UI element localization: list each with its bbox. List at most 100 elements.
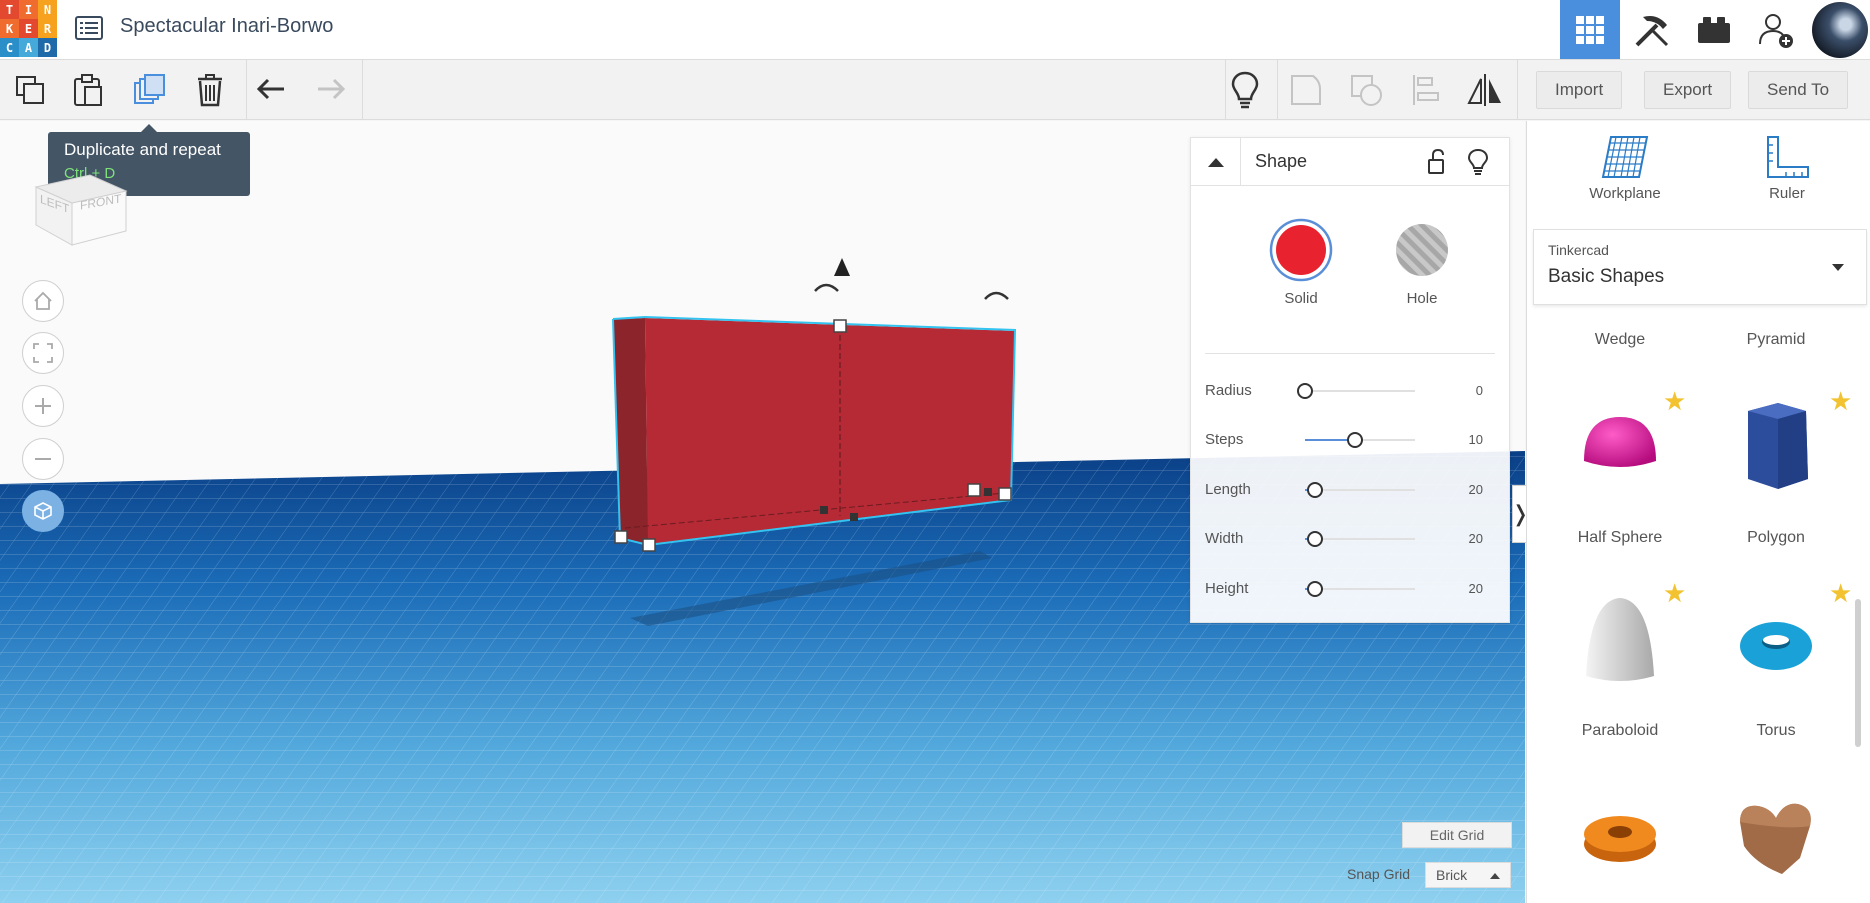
logo-letter: R bbox=[38, 19, 57, 38]
slider-knob[interactable] bbox=[1306, 531, 1323, 547]
resize-handle[interactable] bbox=[642, 538, 656, 552]
toolbar-divider bbox=[362, 60, 363, 120]
perspective-icon bbox=[34, 502, 52, 520]
top-header: T I N K E R C A D Spectacular Inari-Borw… bbox=[0, 0, 1870, 60]
library-scrollbar[interactable] bbox=[1855, 599, 1861, 747]
shape-label: Polygon bbox=[1747, 529, 1805, 546]
tube-shape-icon bbox=[1584, 816, 1656, 862]
undo-button[interactable] bbox=[252, 70, 292, 110]
property-value[interactable]: 0 bbox=[1476, 383, 1483, 398]
property-value[interactable]: 20 bbox=[1469, 482, 1483, 497]
resize-handle[interactable] bbox=[967, 483, 981, 497]
tinkercad-logo[interactable]: T I N K E R C A D bbox=[0, 0, 57, 57]
lift-arrow-icon[interactable] bbox=[834, 258, 850, 276]
export-button[interactable]: Export bbox=[1644, 71, 1732, 109]
align-icon bbox=[1413, 75, 1439, 105]
duplicate-button[interactable] bbox=[130, 70, 170, 110]
property-row-height: Height 20 bbox=[1205, 574, 1497, 604]
slider-knob[interactable] bbox=[1306, 581, 1323, 597]
favorite-star-icon[interactable]: ★ bbox=[1663, 579, 1686, 609]
rotate-handle-icon[interactable] bbox=[814, 283, 839, 292]
perspective-toggle-button[interactable] bbox=[22, 490, 64, 532]
width-slider[interactable] bbox=[1305, 531, 1415, 547]
property-row-radius: Radius 0 bbox=[1205, 376, 1497, 406]
shape-notes-button[interactable] bbox=[1467, 148, 1493, 176]
view-cube[interactable]: LEFT FRONT bbox=[30, 151, 130, 251]
height-slider[interactable] bbox=[1305, 581, 1415, 597]
paste-icon bbox=[74, 74, 102, 106]
length-slider[interactable] bbox=[1305, 482, 1415, 498]
shape-item-paraboloid[interactable]: Paraboloid bbox=[1545, 590, 1695, 740]
notes-button[interactable] bbox=[1225, 70, 1265, 110]
hole-option[interactable]: Hole bbox=[1377, 218, 1467, 318]
slider-knob[interactable] bbox=[1346, 432, 1363, 448]
copy-button[interactable] bbox=[10, 70, 50, 110]
resize-handle[interactable] bbox=[614, 530, 628, 544]
3d-design-tab[interactable] bbox=[1560, 0, 1620, 59]
send-to-button[interactable]: Send To bbox=[1748, 71, 1849, 109]
shape-item-tube[interactable] bbox=[1545, 786, 1695, 903]
align-button[interactable] bbox=[1406, 70, 1446, 110]
shape-item-heart[interactable] bbox=[1701, 786, 1851, 903]
design-list-button[interactable] bbox=[74, 13, 104, 43]
snap-grid-select[interactable]: Brick bbox=[1425, 862, 1511, 888]
property-value[interactable]: 20 bbox=[1469, 531, 1483, 546]
shape-inspector: Shape Solid Hole Radius 0 Steps 10 Lengt… bbox=[1190, 137, 1510, 623]
radius-slider[interactable] bbox=[1297, 383, 1415, 399]
slider-knob[interactable] bbox=[1297, 383, 1313, 399]
favorite-star-icon[interactable]: ★ bbox=[1829, 579, 1852, 609]
ungroup-button[interactable] bbox=[1346, 70, 1386, 110]
3d-design-grid-icon bbox=[1576, 15, 1604, 44]
edge-handle[interactable] bbox=[820, 506, 828, 514]
user-avatar[interactable] bbox=[1812, 2, 1868, 58]
paste-button[interactable] bbox=[68, 70, 108, 110]
property-value[interactable]: 20 bbox=[1469, 581, 1483, 596]
home-view-button[interactable] bbox=[22, 280, 64, 322]
property-value[interactable]: 10 bbox=[1469, 432, 1483, 447]
undo-icon bbox=[256, 78, 284, 100]
lightbulb-icon bbox=[1467, 148, 1489, 175]
zoom-in-button[interactable] bbox=[22, 385, 64, 427]
unlock-icon bbox=[1428, 148, 1444, 174]
resize-handle[interactable] bbox=[998, 487, 1012, 501]
edge-handle[interactable] bbox=[984, 488, 992, 496]
invite-user-button[interactable] bbox=[1746, 0, 1806, 59]
fit-view-button[interactable] bbox=[22, 332, 64, 374]
shape-item-torus[interactable]: Torus bbox=[1701, 590, 1851, 740]
project-title[interactable]: Spectacular Inari-Borwo bbox=[120, 15, 333, 38]
bricks-icon bbox=[1698, 16, 1730, 43]
zoom-out-button[interactable] bbox=[22, 438, 64, 480]
shape-set-label: Basic Shapes bbox=[1548, 266, 1665, 287]
ruler-icon bbox=[1767, 136, 1809, 178]
shape-item-polygon[interactable]: Polygon bbox=[1701, 397, 1851, 547]
collapse-inspector-button[interactable] bbox=[1191, 138, 1241, 186]
group-button[interactable] bbox=[1286, 70, 1326, 110]
rotate-handle-icon[interactable] bbox=[984, 291, 1009, 300]
logo-letter: K bbox=[0, 19, 19, 38]
favorite-star-icon[interactable]: ★ bbox=[1663, 387, 1686, 417]
delete-button[interactable] bbox=[190, 70, 230, 110]
favorite-star-icon[interactable]: ★ bbox=[1829, 387, 1852, 417]
bricks-tab[interactable] bbox=[1684, 0, 1744, 59]
lock-button[interactable] bbox=[1425, 148, 1451, 176]
copy-icon bbox=[16, 76, 44, 104]
redo-button[interactable] bbox=[310, 70, 350, 110]
ungroup-icon bbox=[1351, 75, 1382, 106]
half-sphere-shape-icon bbox=[1584, 417, 1656, 467]
shape-category-select[interactable]: Tinkercad Basic Shapes bbox=[1533, 229, 1867, 305]
property-label: Steps bbox=[1205, 431, 1244, 448]
mirror-button[interactable] bbox=[1465, 70, 1505, 110]
resize-handle[interactable] bbox=[833, 319, 847, 333]
shape-item-half-sphere[interactable]: Half Sphere bbox=[1545, 397, 1695, 547]
slider-knob[interactable] bbox=[1306, 482, 1323, 498]
steps-slider[interactable] bbox=[1305, 432, 1415, 448]
codeblocks-tab[interactable] bbox=[1622, 0, 1682, 59]
snap-grid-label: Snap Grid bbox=[1347, 866, 1411, 882]
toolbar-divider bbox=[1277, 60, 1278, 120]
redo-icon bbox=[318, 78, 346, 100]
edge-handle[interactable] bbox=[850, 513, 858, 521]
solid-color-option[interactable]: Solid bbox=[1256, 218, 1346, 318]
edit-grid-button[interactable]: Edit Grid bbox=[1402, 822, 1512, 848]
property-row-steps: Steps 10 bbox=[1205, 425, 1497, 455]
import-button[interactable]: Import bbox=[1536, 71, 1623, 109]
